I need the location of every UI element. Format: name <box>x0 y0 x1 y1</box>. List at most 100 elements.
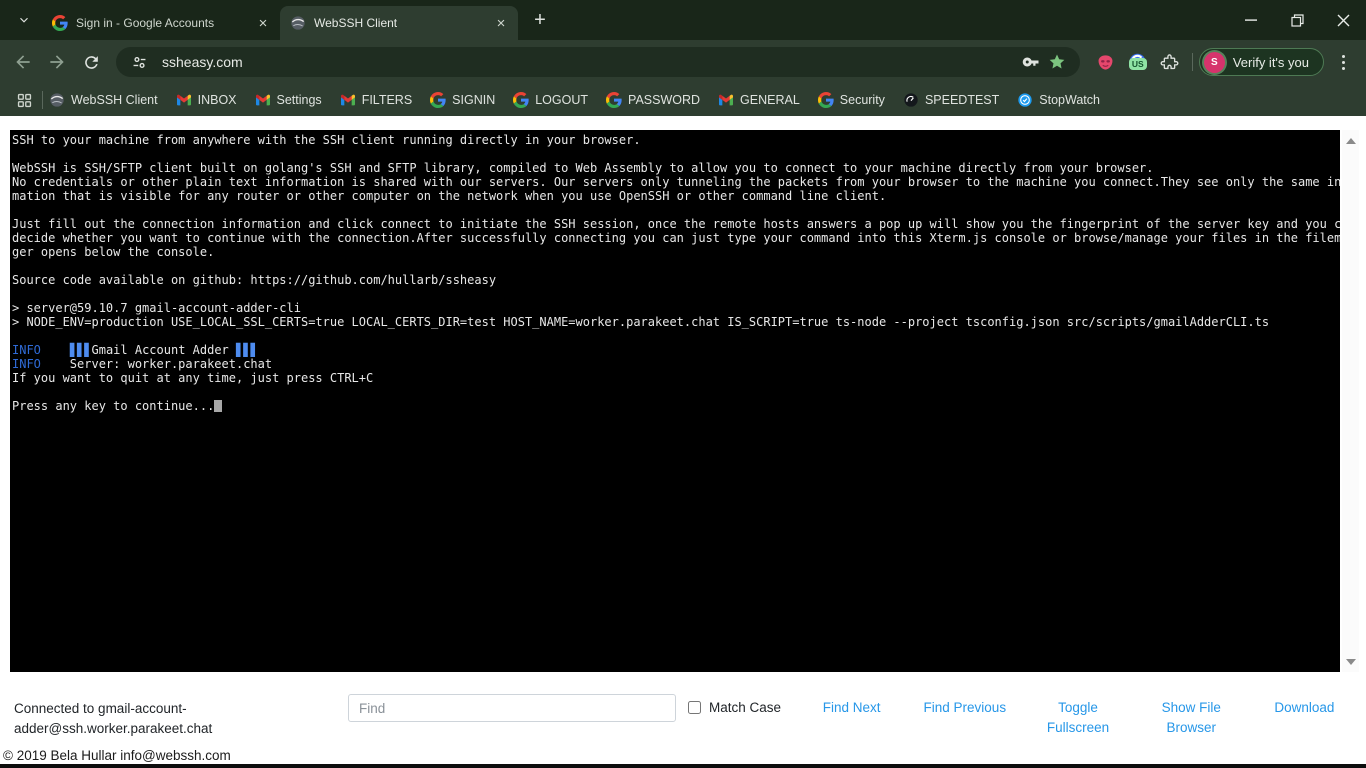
link-download[interactable]: Download <box>1248 698 1361 738</box>
stopwatch-icon <box>1017 92 1033 108</box>
terminal-scrollbar[interactable] <box>1342 130 1359 672</box>
bookmark-signin[interactable]: SIGNIN <box>430 92 495 108</box>
menu-kebab-icon[interactable] <box>1328 47 1358 77</box>
copyright-text: © 2019 Bela Hullar info@webssh.com <box>3 748 231 763</box>
link-toggle-fullscreen[interactable]: Toggle Fullscreen <box>1021 698 1134 738</box>
terminal-output[interactable]: SSH to your machine from anywhere with t… <box>10 130 1340 672</box>
bookmark-label: FILTERS <box>362 93 412 107</box>
bookmarks-bar: WebSSH Client INBOX Settings FILTERS SIG… <box>0 84 1366 116</box>
tab-close-icon[interactable]: × <box>492 14 510 32</box>
google-g-favicon <box>52 15 68 31</box>
reload-button[interactable] <box>74 45 108 79</box>
bookmarks-list: WebSSH Client INBOX Settings FILTERS SIG… <box>49 92 1118 108</box>
toolbar-divider <box>1192 53 1193 71</box>
globe-favicon <box>290 15 306 31</box>
terminal-line: WebSSH is SSH/SFTP client built on golan… <box>12 161 1340 175</box>
scroll-down-icon[interactable] <box>1342 653 1359 670</box>
terminal-line <box>12 385 1340 399</box>
window-controls <box>1228 0 1366 40</box>
key-icon[interactable] <box>1018 49 1044 75</box>
gmail-icon <box>176 92 192 108</box>
close-button[interactable] <box>1320 0 1366 40</box>
bookmark-label: Security <box>840 93 885 107</box>
bookmark-settings[interactable]: Settings <box>255 92 322 108</box>
bookmark-label: INBOX <box>198 93 237 107</box>
bottom-bar <box>0 764 1366 768</box>
tab-search-button[interactable] <box>10 6 38 34</box>
extensions-puzzle-icon[interactable] <box>1154 46 1186 78</box>
connection-status: Connected to gmail-account-adder@ssh.wor… <box>14 699 264 739</box>
extension-badge: US <box>1129 58 1147 70</box>
back-arrow-icon <box>13 52 33 72</box>
tab-webssh-client[interactable]: WebSSH Client × <box>280 6 518 40</box>
bookmark-speedtest[interactable]: SPEEDTEST <box>903 92 999 108</box>
bookmark-label: StopWatch <box>1039 93 1100 107</box>
profile-verify-button[interactable]: S Verify it's you <box>1199 48 1324 76</box>
tab-close-icon[interactable]: × <box>254 14 272 32</box>
terminal-line <box>12 203 1340 217</box>
terminal-line <box>12 287 1340 301</box>
bookmark-star-icon[interactable] <box>1044 49 1070 75</box>
terminal-line: INFO Server: worker.parakeet.chat <box>12 357 1340 371</box>
bookmarks-divider <box>42 91 43 109</box>
terminal-line: No credentials or other plain text infor… <box>12 175 1340 189</box>
speedometer-icon <box>903 92 919 108</box>
terminal-line: > NODE_ENV=production USE_LOCAL_SSL_CERT… <box>12 315 1340 329</box>
terminal-line <box>12 147 1340 161</box>
apps-grid-icon[interactable] <box>12 88 36 112</box>
link-find-next[interactable]: Find Next <box>795 698 908 738</box>
gmail-icon <box>255 92 271 108</box>
bookmark-security[interactable]: Security <box>818 92 885 108</box>
bookmark-filters[interactable]: FILTERS <box>340 92 412 108</box>
tune-icon[interactable] <box>126 49 152 75</box>
terminal-cursor <box>214 400 222 412</box>
bookmark-stopwatch[interactable]: StopWatch <box>1017 92 1100 108</box>
mask-extension-icon[interactable] <box>1090 46 1122 78</box>
restore-button[interactable] <box>1274 0 1320 40</box>
bookmark-label: Settings <box>277 93 322 107</box>
forward-arrow-icon <box>47 52 67 72</box>
google-g-icon <box>513 92 529 108</box>
bookmark-label: LOGOUT <box>535 93 588 107</box>
globe-icon <box>49 92 65 108</box>
terminal-line: > server@59.10.7 gmail-account-adder-cli <box>12 301 1340 315</box>
terminal-line <box>12 329 1340 343</box>
browser-toolbar: ssheasy.com US S Verify it's you <box>0 40 1366 84</box>
bookmark-logout[interactable]: LOGOUT <box>513 92 588 108</box>
terminal-line: Just fill out the connection information… <box>12 217 1340 231</box>
address-bar[interactable]: ssheasy.com <box>116 47 1080 77</box>
minimize-button[interactable] <box>1228 0 1274 40</box>
bookmark-label: SIGNIN <box>452 93 495 107</box>
terminal-line: Press any key to continue... <box>12 399 1340 413</box>
link-find-previous[interactable]: Find Previous <box>908 698 1021 738</box>
avatar: S <box>1204 52 1225 73</box>
vpn-extension-icon[interactable]: US <box>1122 46 1154 78</box>
terminal-line: INFO ▋▋▋Gmail Account Adder ▋▋▋ <box>12 343 1340 357</box>
forward-button[interactable] <box>40 45 74 79</box>
bookmark-webssh-client[interactable]: WebSSH Client <box>49 92 158 108</box>
terminal-line <box>12 259 1340 273</box>
bookmark-general[interactable]: GENERAL <box>718 92 800 108</box>
tab-title: Sign in - Google Accounts <box>76 16 254 30</box>
verify-label: Verify it's you <box>1233 55 1309 70</box>
bookmark-password[interactable]: PASSWORD <box>606 92 700 108</box>
google-g-icon <box>606 92 622 108</box>
terminal-line: mation that is visible for any router or… <box>12 189 1340 203</box>
tab-google-signin[interactable]: Sign in - Google Accounts × <box>42 6 280 40</box>
find-input[interactable] <box>348 694 676 722</box>
match-case-label: Match Case <box>709 700 781 715</box>
link-show-file-browser[interactable]: Show File Browser <box>1135 698 1248 738</box>
back-button[interactable] <box>6 45 40 79</box>
bookmark-label: SPEEDTEST <box>925 93 999 107</box>
google-g-icon <box>430 92 446 108</box>
terminal-line: decide whether you want to continue with… <box>12 231 1340 245</box>
terminal-line: If you want to quit at any time, just pr… <box>12 371 1340 385</box>
new-tab-button[interactable]: + <box>526 6 554 34</box>
url-text[interactable]: ssheasy.com <box>162 54 1018 70</box>
bookmark-label: GENERAL <box>740 93 800 107</box>
match-case-checkbox[interactable] <box>688 701 701 714</box>
gmail-icon <box>718 92 734 108</box>
tab-title: WebSSH Client <box>314 16 492 30</box>
scroll-up-icon[interactable] <box>1342 132 1359 149</box>
bookmark-inbox[interactable]: INBOX <box>176 92 237 108</box>
